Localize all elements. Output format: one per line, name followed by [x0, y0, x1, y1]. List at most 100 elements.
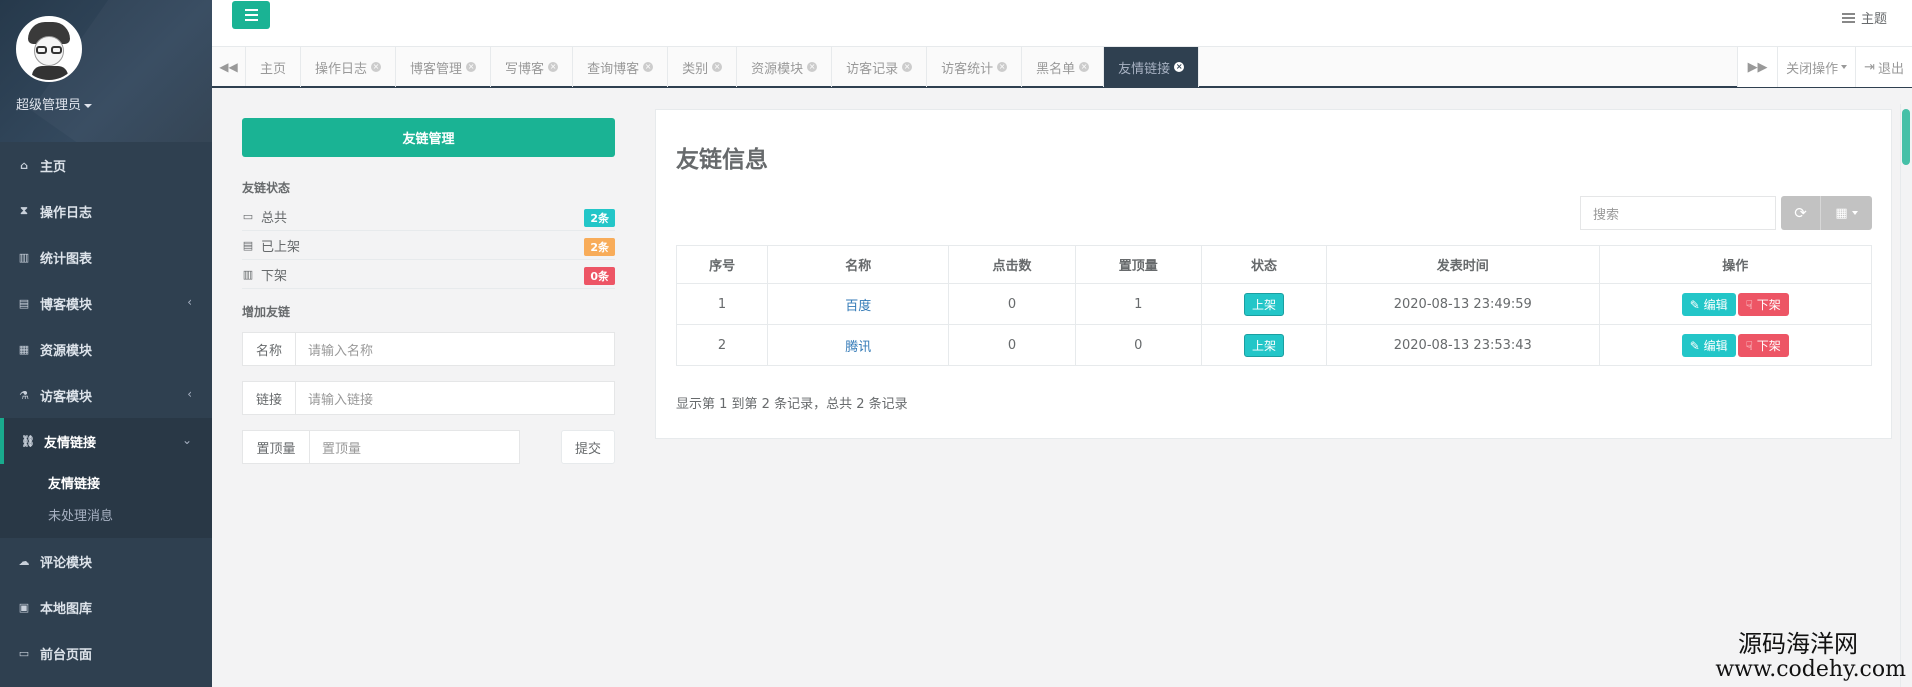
sidebar-item-0[interactable]: ⌂ 主页	[0, 142, 212, 188]
menu-toggle-button[interactable]	[232, 1, 270, 29]
chevron-left-icon: ‹	[187, 387, 192, 401]
sidebar-item-3[interactable]: ▤ 博客模块 ‹	[0, 280, 212, 326]
cell-name[interactable]: 百度	[767, 283, 950, 325]
submenu-item-1[interactable]: 未处理消息	[0, 498, 212, 530]
link-field-group: 链接 请输入链接	[242, 381, 615, 415]
tab-0[interactable]: 主页	[246, 47, 302, 87]
link-input[interactable]: 请输入链接	[295, 381, 615, 415]
sidebar-item-7[interactable]: ☁ 评论模块	[0, 538, 212, 584]
submenu-item-0[interactable]: 友情链接	[0, 466, 212, 498]
status-toggle-button[interactable]: 上架	[1243, 292, 1284, 316]
sidebar-item-label: 主页	[40, 159, 67, 175]
link-icon: ⛓	[21, 434, 35, 448]
tab-10[interactable]: 友情链接 ×	[1104, 47, 1200, 87]
tab-label: 主页	[260, 61, 287, 77]
edit-button[interactable]: ✎ 编辑	[1681, 292, 1736, 316]
column-header[interactable]: 发表时间	[1326, 245, 1600, 284]
sidebar-item-5[interactable]: ⚗ 访客模块 ‹	[0, 372, 212, 418]
name-label: 名称	[242, 332, 295, 366]
column-header[interactable]: 名称	[767, 245, 950, 284]
tab-5[interactable]: 类别 ×	[668, 47, 738, 87]
caret-down-icon	[1851, 211, 1858, 215]
tab-4[interactable]: 查询博客 ×	[573, 47, 669, 87]
profile-area: 超级管理员	[0, 0, 212, 142]
sidebar-item-2[interactable]: ▥ 统计图表	[0, 234, 212, 280]
columns-dropdown-button[interactable]: ▦	[1821, 196, 1872, 230]
tab-close-icon[interactable]: ×	[643, 62, 654, 72]
cell-time: 2020-08-13 23:53:43	[1326, 324, 1600, 366]
status-toggle-button[interactable]: 上架	[1243, 333, 1284, 357]
top-label: 置顶量	[242, 430, 309, 464]
edit-icon: ✎	[1689, 338, 1704, 353]
scrollbar-track[interactable]	[1900, 104, 1912, 687]
tab-close-icon[interactable]: ×	[371, 62, 382, 72]
tab-label: 友情链接	[1118, 61, 1171, 77]
refresh-button[interactable]: ⟳	[1781, 196, 1821, 230]
theme-button[interactable]: 主题	[1841, 8, 1887, 27]
cell-clicks: 0	[948, 283, 1076, 325]
tab-scroll-right-button[interactable]: ▶▶	[1737, 47, 1777, 87]
cell-status: 上架	[1200, 324, 1328, 366]
sidebar-item-9[interactable]: ▭ 前台页面	[0, 630, 212, 676]
cell-idx: 2	[675, 324, 769, 366]
tab-close-icon[interactable]: ×	[902, 62, 913, 72]
tab-close-icon[interactable]: ×	[548, 62, 559, 72]
cell-time: 2020-08-13 23:49:59	[1326, 283, 1600, 325]
tab-close-icon[interactable]: ×	[997, 62, 1008, 72]
search-input[interactable]: 搜索	[1580, 196, 1776, 230]
column-header[interactable]: 操作	[1598, 245, 1872, 284]
logout-icon: ⇥	[1864, 59, 1875, 75]
name-input[interactable]: 请输入名称	[295, 332, 615, 366]
tab-close-icon[interactable]: ×	[1174, 62, 1185, 72]
sidebar-item-6[interactable]: ⛓ 友情链接 ⌄	[0, 418, 212, 464]
logout-button[interactable]: ⇥ 退出	[1855, 47, 1912, 87]
scrollbar-thumb[interactable]	[1902, 109, 1910, 165]
tab-6[interactable]: 资源模块 ×	[737, 47, 833, 87]
stat-label: 下架	[261, 268, 288, 284]
submit-button[interactable]: 提交	[561, 430, 615, 464]
cell-top: 1	[1074, 283, 1202, 325]
logout-label: 退出	[1877, 61, 1904, 77]
sidebar-item-label: 博客模块	[40, 297, 93, 313]
tab-9[interactable]: 黑名单 ×	[1022, 47, 1105, 87]
tab-close-icon[interactable]: ×	[466, 62, 477, 72]
chevron-left-icon: ‹	[187, 295, 192, 309]
tab-close-icon[interactable]: ×	[1079, 62, 1090, 72]
take-down-button[interactable]: ☟ 下架	[1737, 333, 1789, 357]
edit-button[interactable]: ✎ 编辑	[1681, 333, 1736, 357]
sidebar-item-1[interactable]: ⧗ 操作日志	[0, 188, 212, 234]
sidebar-item-label: 本地图库	[40, 601, 93, 617]
bar-chart-icon: ▥	[18, 250, 30, 264]
watermark-line1: 源码海洋网	[1738, 630, 1858, 658]
column-header[interactable]: 序号	[675, 245, 769, 284]
tab-7[interactable]: 访客记录 ×	[832, 47, 928, 87]
avatar[interactable]	[16, 16, 82, 82]
tab-close-icon[interactable]: ×	[712, 62, 723, 72]
take-down-button[interactable]: ☟ 下架	[1737, 292, 1789, 316]
table-row: 1 百度 0 1 上架 2020-08-13 23:49:59 ✎ 编辑 ☟ 下架	[675, 283, 1872, 325]
tab-3[interactable]: 写博客 ×	[491, 47, 574, 87]
home-icon: ⌂	[20, 158, 28, 172]
thumbs-down-icon: ☟	[1745, 297, 1757, 312]
tab-1[interactable]: 操作日志 ×	[301, 47, 397, 87]
theme-icon	[1841, 12, 1855, 23]
tab-8[interactable]: 访客统计 ×	[927, 47, 1023, 87]
file-icon: ▤	[242, 238, 254, 252]
column-header[interactable]: 状态	[1200, 245, 1328, 284]
tab-label: 类别	[682, 61, 709, 77]
close-operations-dropdown[interactable]: 关闭操作	[1777, 47, 1855, 87]
cell-name[interactable]: 腾讯	[767, 324, 950, 366]
top-input[interactable]: 置顶量	[309, 430, 520, 464]
trash-icon: ▥	[242, 267, 254, 281]
tab-2[interactable]: 博客管理 ×	[396, 47, 492, 87]
stat-row-0: ▭ 总共 2条	[242, 202, 615, 231]
column-header[interactable]: 置顶量	[1074, 245, 1202, 284]
link-manage-button[interactable]: 友链管理	[242, 118, 615, 157]
tab-scroll-left-button[interactable]: ◀◀	[212, 47, 246, 86]
sidebar-item-4[interactable]: ▦ 资源模块	[0, 326, 212, 372]
tab-bar: ◀◀ 主页 操作日志 × 博客管理 × 写博客 × 查询博客 × 类别 × 资源模块 × 访客记录 × 访客统…	[212, 46, 1912, 88]
sidebar-item-8[interactable]: ▣ 本地图库	[0, 584, 212, 630]
column-header[interactable]: 点击数	[948, 245, 1076, 284]
desktop-icon: ▭	[18, 646, 30, 660]
tab-close-icon[interactable]: ×	[807, 62, 818, 72]
